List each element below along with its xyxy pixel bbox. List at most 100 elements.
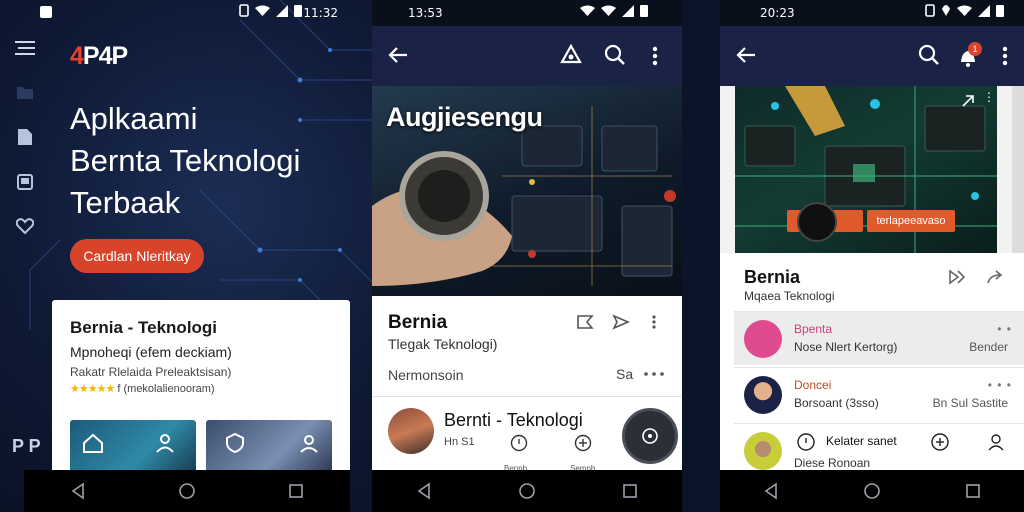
notifications-button[interactable]: 1 (958, 42, 982, 68)
clock-icon[interactable] (796, 432, 816, 452)
recents-nav-icon[interactable] (621, 482, 639, 500)
app-bar (372, 26, 682, 86)
list-item[interactable]: Doncei Borsoant (3sso) • • • Bn Sul Sast… (734, 367, 1024, 421)
document-icon[interactable] (17, 128, 33, 146)
item-name: Kelater sanet (826, 434, 897, 448)
forward-icon[interactable] (612, 314, 630, 330)
detail-subtitle: Tlegak Teknologi) (388, 336, 498, 352)
home-nav-icon[interactable] (178, 482, 196, 500)
rating-stars: ★★★★★ (70, 383, 115, 395)
search-icon[interactable] (604, 44, 626, 66)
item-description: Borsoant (3sso) (794, 396, 879, 410)
headline-line-2: Bernta Teknologi (70, 143, 301, 178)
list-title: Bernia (744, 267, 801, 287)
shortcut-label[interactable]: Sa (616, 366, 633, 382)
home-icon[interactable] (82, 432, 104, 454)
status-time: 20:23 (760, 6, 795, 20)
status-bar: 11:32 (0, 0, 372, 26)
avatar (744, 376, 782, 414)
wifi-icon (255, 5, 270, 16)
list-item[interactable]: Bpenta Nose Nlert Kertorg) • • Bender (734, 311, 1024, 365)
person-icon[interactable] (986, 432, 1006, 452)
heart-icon[interactable] (16, 218, 34, 234)
card-thumbnails (70, 420, 332, 475)
target-icon (642, 428, 658, 444)
thumbnail-1[interactable] (70, 420, 196, 475)
back-nav-icon[interactable] (415, 482, 433, 500)
signal-icon (978, 4, 990, 17)
list-item-title: Bernti - Teknologi (444, 410, 583, 430)
back-nav-icon[interactable] (69, 482, 87, 500)
card-description: Rakatr Rlelaida Preleaktsisan) (70, 365, 232, 379)
share-icon[interactable] (560, 44, 582, 64)
wifi-icon (957, 5, 972, 16)
logo-prefix: 4 (70, 42, 84, 70)
item-description: Diese Ronoan (794, 456, 871, 470)
add-icon[interactable] (574, 434, 592, 452)
status-time: 11:32 (303, 6, 338, 20)
more-vert-icon[interactable] (652, 46, 658, 66)
back-arrow-icon[interactable] (736, 46, 756, 64)
more-horiz-icon[interactable] (644, 372, 664, 376)
recents-nav-icon[interactable] (964, 482, 982, 500)
battery-icon (996, 5, 1004, 17)
image-icon[interactable] (17, 174, 33, 190)
hero-action-button[interactable]: terlapeeavaso (867, 210, 955, 232)
back-nav-icon[interactable] (762, 482, 780, 500)
detail-screen: 13:53 Augjiesengu Bernia Tlegak Teknolog… (372, 0, 682, 512)
home-screen: 11:32 4P4P Aplkaami Bernta Teknologi Ter… (0, 0, 372, 512)
add-icon[interactable] (930, 432, 950, 452)
item-list: Bernia Mqaea Teknologi Bpenta Nose Nlert… (720, 253, 1024, 470)
app-bar: 1 (720, 26, 1024, 86)
menu-icon[interactable] (15, 40, 35, 56)
item-right-label: Bn Sul Sastite (932, 396, 1008, 410)
item-name: Doncei (794, 378, 832, 392)
card-rating: ★★★★★ f (mekolalienooram) (70, 382, 332, 395)
home-nav-icon[interactable] (863, 482, 881, 500)
hero-title: Augjiesengu (386, 102, 543, 132)
recents-nav-icon[interactable] (287, 482, 305, 500)
item-name: Bpenta (794, 322, 833, 336)
cta-button[interactable]: Cardlan Nleritkay (70, 239, 204, 273)
author-name: Nermonsoin (388, 367, 464, 383)
folder-icon[interactable] (16, 84, 34, 100)
search-icon[interactable] (918, 44, 940, 66)
clock-icon[interactable] (510, 434, 528, 452)
signal-icon (622, 4, 634, 17)
profile-icon[interactable] (298, 432, 320, 454)
item-meta: • • • (987, 378, 1012, 392)
vibrate-icon (239, 4, 249, 17)
avatar (744, 320, 782, 358)
share-arrow-icon[interactable] (986, 269, 1004, 285)
partial-label: P P (12, 436, 41, 456)
home-nav-icon[interactable] (518, 482, 536, 500)
more-vert-icon[interactable] (1002, 46, 1008, 66)
status-icons (239, 4, 302, 17)
battery-icon (294, 5, 302, 17)
hero-play-button[interactable] (797, 202, 837, 242)
list-item[interactable]: Kelater sanet Diese Ronoan (734, 423, 1024, 477)
vibrate-icon (925, 4, 935, 17)
divider (372, 396, 682, 397)
person-icon[interactable] (154, 432, 176, 454)
thumbnail-2[interactable] (206, 420, 332, 475)
back-arrow-icon[interactable] (388, 46, 408, 64)
hero-more-dots[interactable]: ⋮ (983, 90, 995, 104)
floating-action-button[interactable] (622, 408, 678, 464)
card-subtitle: Mpnoheqi (efem deckiam) (70, 344, 232, 360)
status-bar: 20:23 (720, 0, 1024, 26)
notification-badge: 1 (968, 42, 982, 56)
rating-text: f (mekolalienooram) (117, 383, 215, 395)
avatar (744, 432, 782, 470)
shield-icon[interactable] (224, 432, 246, 454)
system-nav-bar (24, 470, 350, 512)
circuit-board-illustration (735, 86, 997, 253)
skip-icon[interactable] (948, 269, 966, 285)
share-icon[interactable] (961, 94, 975, 108)
headline-line-3: Terbaak (70, 185, 181, 220)
featured-card[interactable]: Bernia - Teknologi Mpnoheqi (efem deckia… (52, 300, 350, 475)
more-vert-icon[interactable] (652, 315, 656, 329)
system-nav-bar (720, 470, 1024, 512)
adjacent-card-edge (1012, 86, 1024, 253)
bookmark-icon[interactable] (576, 314, 594, 330)
